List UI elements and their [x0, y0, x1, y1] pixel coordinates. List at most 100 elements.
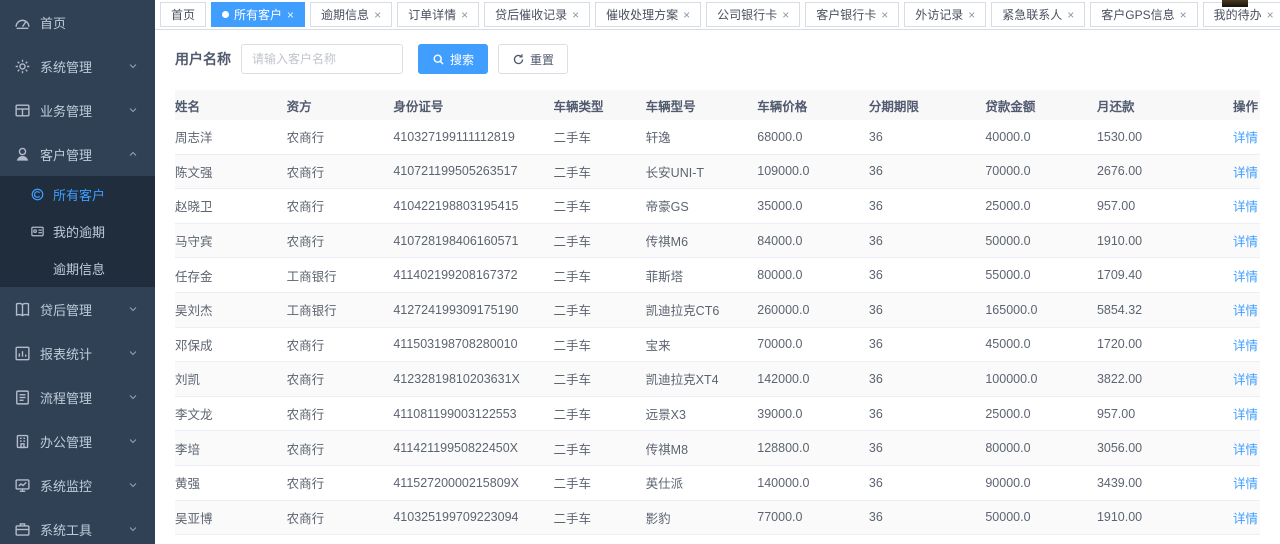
- sidebar-item-chart[interactable]: 报表统计: [0, 331, 155, 375]
- sidebar-submenu-customer: 所有客户 我的逾期 逾期信息: [0, 176, 155, 287]
- tab-close-icon[interactable]: ×: [1180, 9, 1187, 21]
- detail-link[interactable]: 详情: [1233, 166, 1258, 180]
- search-button-label: 搜索: [450, 51, 474, 68]
- tab-close-icon[interactable]: ×: [683, 9, 690, 21]
- cell-term: 36: [869, 337, 985, 351]
- search-icon: [432, 53, 445, 66]
- tab-close-icon[interactable]: ×: [461, 9, 468, 21]
- chevron-down-icon: [127, 60, 139, 72]
- tab-close-icon[interactable]: ×: [968, 9, 975, 21]
- tab-label: 外访记录: [915, 6, 963, 23]
- cell-loan: 80000.0: [985, 441, 1097, 455]
- cell-model: 凯迪拉克CT6: [646, 300, 758, 319]
- tab[interactable]: 紧急联系人 ×: [991, 2, 1085, 27]
- sidebar-subitem[interactable]: 我的逾期: [0, 213, 155, 250]
- sidebar-subitem-label: 我的逾期: [53, 222, 105, 241]
- tab-close-icon[interactable]: ×: [287, 9, 294, 21]
- circle-badge-icon: [30, 187, 45, 202]
- tab-close-icon[interactable]: ×: [1067, 9, 1074, 21]
- sidebar-item-gear[interactable]: 系统管理: [0, 44, 155, 88]
- sidebar-subitem[interactable]: 所有客户: [0, 176, 155, 213]
- search-button[interactable]: 搜索: [418, 44, 488, 74]
- cell-type: 二手车: [553, 335, 645, 354]
- detail-link[interactable]: 详情: [1233, 443, 1258, 457]
- detail-link[interactable]: 详情: [1233, 373, 1258, 387]
- tab-label: 所有客户: [234, 6, 282, 23]
- tab-close-icon[interactable]: ×: [572, 9, 579, 21]
- cell-term: 36: [869, 372, 985, 386]
- sidebar-item-monitor[interactable]: 系统监控: [0, 463, 155, 507]
- customer-name-input[interactable]: [241, 44, 403, 74]
- tab-close-icon[interactable]: ×: [782, 9, 789, 21]
- table-row: 李文龙 农商行 411081199003122553 二手车 远景X3 3900…: [175, 397, 1260, 432]
- cell-model: 远景X3: [646, 404, 758, 423]
- tab[interactable]: 客户GPS信息 ×: [1090, 2, 1197, 27]
- sidebar-item-label: 业务管理: [40, 101, 127, 120]
- cell-price: 35000.0: [757, 199, 869, 213]
- tab[interactable]: 公司银行卡 ×: [706, 2, 800, 27]
- cell-id_no: 410327199111112819: [393, 130, 553, 144]
- cell-loan: 45000.0: [985, 337, 1097, 351]
- cell-price: 84000.0: [757, 234, 869, 248]
- detail-link[interactable]: 详情: [1233, 512, 1258, 526]
- tab[interactable]: 所有客户 ×: [211, 2, 305, 27]
- tab[interactable]: 客户银行卡 ×: [805, 2, 899, 27]
- cell-model: 英仕派: [646, 473, 758, 492]
- tab[interactable]: 催收处理方案 ×: [595, 2, 701, 27]
- table-row: 吴亚博 农商行 410325199709223094 二手车 影豹 77000.…: [175, 501, 1260, 536]
- table-row: 刘凯 农商行 41232819810203631X 二手车 凯迪拉克XT4 14…: [175, 362, 1260, 397]
- cell-loan: 50000.0: [985, 510, 1097, 524]
- cell-funder: 农商行: [287, 162, 394, 181]
- detail-link[interactable]: 详情: [1233, 408, 1258, 422]
- sidebar-subitem[interactable]: 逾期信息: [0, 250, 155, 287]
- tab-close-icon[interactable]: ×: [1267, 9, 1274, 21]
- cell-monthly: 1709.40: [1097, 268, 1213, 282]
- cell-price: 128800.0: [757, 441, 869, 455]
- cell-monthly: 1910.00: [1097, 234, 1213, 248]
- sidebar-item-grid[interactable]: 业务管理: [0, 88, 155, 132]
- tab-close-icon[interactable]: ×: [881, 9, 888, 21]
- tab-label: 我的待办: [1214, 6, 1262, 23]
- sidebar-item-user[interactable]: 客户管理: [0, 132, 155, 176]
- sidebar-item-dashboard[interactable]: 首页: [0, 0, 155, 44]
- cell-loan: 165000.0: [985, 303, 1097, 317]
- cell-id_no: 410728198406160571: [393, 234, 553, 248]
- cell-type: 二手车: [553, 404, 645, 423]
- sidebar-item-label: 客户管理: [40, 145, 127, 164]
- cell-funder: 农商行: [287, 508, 394, 527]
- cell-name: 赵晓卫: [175, 196, 287, 215]
- sidebar-item-office[interactable]: 办公管理: [0, 419, 155, 463]
- chevron-down-icon: [127, 435, 139, 447]
- gear-icon: [14, 58, 31, 75]
- reset-button[interactable]: 重置: [498, 44, 568, 74]
- tools-icon: [14, 521, 31, 538]
- tab[interactable]: 逾期信息 ×: [310, 2, 392, 27]
- detail-link[interactable]: 详情: [1233, 304, 1258, 318]
- sidebar-item-book[interactable]: 贷后管理: [0, 287, 155, 331]
- tab[interactable]: 订单详情 ×: [397, 2, 479, 27]
- sidebar-item-tools[interactable]: 系统工具: [0, 507, 155, 544]
- detail-link[interactable]: 详情: [1233, 235, 1258, 249]
- dashboard-icon: [14, 14, 31, 31]
- tab-close-icon[interactable]: ×: [374, 9, 381, 21]
- tab[interactable]: 外访记录 ×: [904, 2, 986, 27]
- cell-loan: 25000.0: [985, 199, 1097, 213]
- detail-link[interactable]: 详情: [1233, 477, 1258, 491]
- sidebar-item-label: 系统工具: [40, 520, 127, 539]
- sidebar-item-label: 贷后管理: [40, 300, 127, 319]
- detail-link[interactable]: 详情: [1233, 339, 1258, 353]
- detail-link[interactable]: 详情: [1233, 131, 1258, 145]
- column-header: 贷款金额: [985, 96, 1097, 115]
- cell-monthly: 1720.00: [1097, 337, 1213, 351]
- detail-link[interactable]: 详情: [1233, 200, 1258, 214]
- detail-link[interactable]: 详情: [1233, 270, 1258, 284]
- cell-model: 菲斯塔: [646, 266, 758, 285]
- tab[interactable]: 首页: [160, 2, 206, 27]
- cell-monthly: 2676.00: [1097, 164, 1213, 178]
- sidebar-item-flow[interactable]: 流程管理: [0, 375, 155, 419]
- sidebar-item-label: 系统管理: [40, 57, 127, 76]
- cell-type: 二手车: [553, 439, 645, 458]
- sidebar-menu-top: 首页 系统管理 业务管理 客户管理: [0, 0, 155, 176]
- table-row: 周志洋 农商行 410327199111112819 二手车 轩逸 68000.…: [175, 120, 1260, 155]
- tab[interactable]: 贷后催收记录 ×: [484, 2, 590, 27]
